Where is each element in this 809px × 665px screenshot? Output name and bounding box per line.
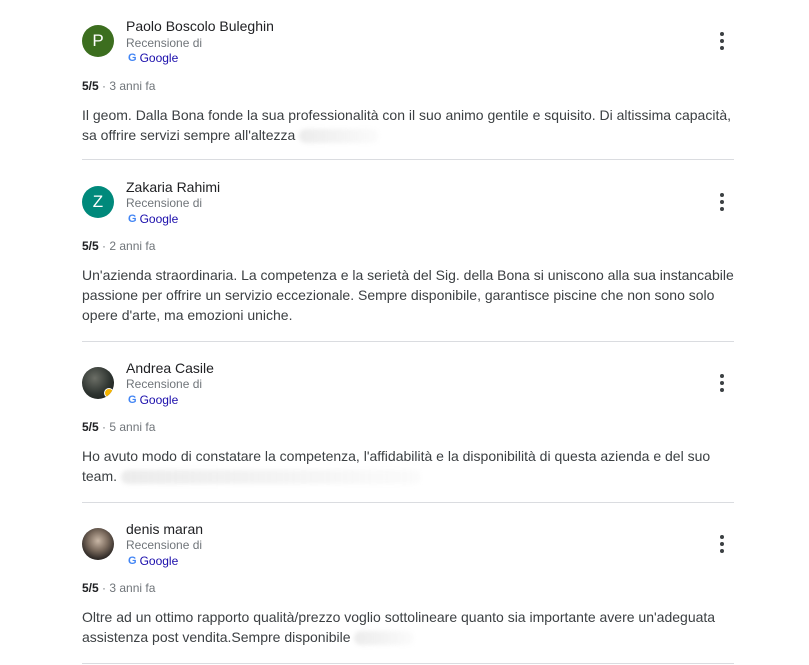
review-card: Andrea Casile Recensione di G Google 5/5… xyxy=(82,360,737,503)
rating-line: 5/5 · 2 anni fa xyxy=(82,239,155,253)
reviewer-name[interactable]: denis maran xyxy=(126,521,203,537)
review-source-name: Google xyxy=(139,212,179,226)
review-source-link[interactable]: G Google xyxy=(128,51,178,65)
review-text: Un'azienda straordinaria. La competenza … xyxy=(82,267,734,323)
review-source-name: Google xyxy=(139,554,179,568)
reviewer-name[interactable]: Andrea Casile xyxy=(126,360,214,376)
review-time: · 2 anni fa xyxy=(102,239,156,253)
review-source-label: Recensione di xyxy=(126,377,203,391)
review-source-label: Recensione di xyxy=(126,538,203,552)
more-vert-icon xyxy=(720,374,724,378)
rating-score: 5/5 xyxy=(82,239,99,253)
avatar[interactable]: Z xyxy=(82,186,114,218)
review-card: P Paolo Boscolo Buleghin Recensione di G… xyxy=(82,18,734,160)
review-time: · 3 anni fa xyxy=(102,581,156,595)
review-source-label: Recensione di xyxy=(126,36,203,50)
more-options-button[interactable] xyxy=(712,29,732,53)
rating-line: 5/5 · 3 anni fa xyxy=(82,79,155,93)
review-divider xyxy=(82,341,734,342)
avatar[interactable] xyxy=(82,528,114,560)
review-divider xyxy=(82,502,734,503)
review-card: Z Zakaria Rahimi Recensione di G Google … xyxy=(82,179,734,342)
more-options-button[interactable] xyxy=(712,532,732,556)
review-time: · 5 anni fa xyxy=(102,420,156,434)
more-vert-icon xyxy=(720,193,724,197)
review-card: denis maran Recensione di G Google 5/5 ·… xyxy=(82,521,734,665)
review-text: Oltre ad un ottimo rapporto qualità/prez… xyxy=(82,607,737,647)
rating-line: 5/5 · 5 anni fa xyxy=(82,420,155,434)
google-g-icon: G xyxy=(128,52,137,64)
more-vert-icon xyxy=(720,535,724,539)
review-source-link[interactable]: G Google xyxy=(128,393,178,407)
avatar[interactable] xyxy=(82,367,114,399)
rating-score: 5/5 xyxy=(82,420,99,434)
review-divider xyxy=(82,663,734,664)
rating-score: 5/5 xyxy=(82,79,99,93)
review-source-link[interactable]: G Google xyxy=(128,212,178,226)
review-text: Il geom. Dalla Bona fonde la sua profess… xyxy=(82,105,737,145)
review-text-fade xyxy=(354,631,415,646)
google-g-icon: G xyxy=(128,555,137,567)
rating-score: 5/5 xyxy=(82,581,99,595)
more-options-button[interactable] xyxy=(712,190,732,214)
review-text-fade xyxy=(120,470,421,485)
rating-line: 5/5 · 3 anni fa xyxy=(82,581,155,595)
avatar[interactable]: P xyxy=(82,25,114,57)
more-options-button[interactable] xyxy=(712,371,732,395)
review-source-name: Google xyxy=(139,51,179,65)
google-g-icon: G xyxy=(128,213,137,225)
reviewer-name[interactable]: Paolo Boscolo Buleghin xyxy=(126,18,274,34)
review-text: Ho avuto modo di constatare la competenz… xyxy=(82,446,737,486)
review-source-label: Recensione di xyxy=(126,196,203,210)
review-source-link[interactable]: G Google xyxy=(128,554,178,568)
review-divider xyxy=(82,159,734,160)
review-source-name: Google xyxy=(139,393,179,407)
google-g-icon: G xyxy=(128,394,137,406)
review-text-body: Il geom. Dalla Bona fonde la sua profess… xyxy=(82,107,732,143)
reviewer-name[interactable]: Zakaria Rahimi xyxy=(126,179,220,195)
review-time: · 3 anni fa xyxy=(102,79,156,93)
review-text-fade xyxy=(299,129,380,144)
local-guide-badge-icon xyxy=(104,388,114,398)
more-vert-icon xyxy=(720,32,724,36)
